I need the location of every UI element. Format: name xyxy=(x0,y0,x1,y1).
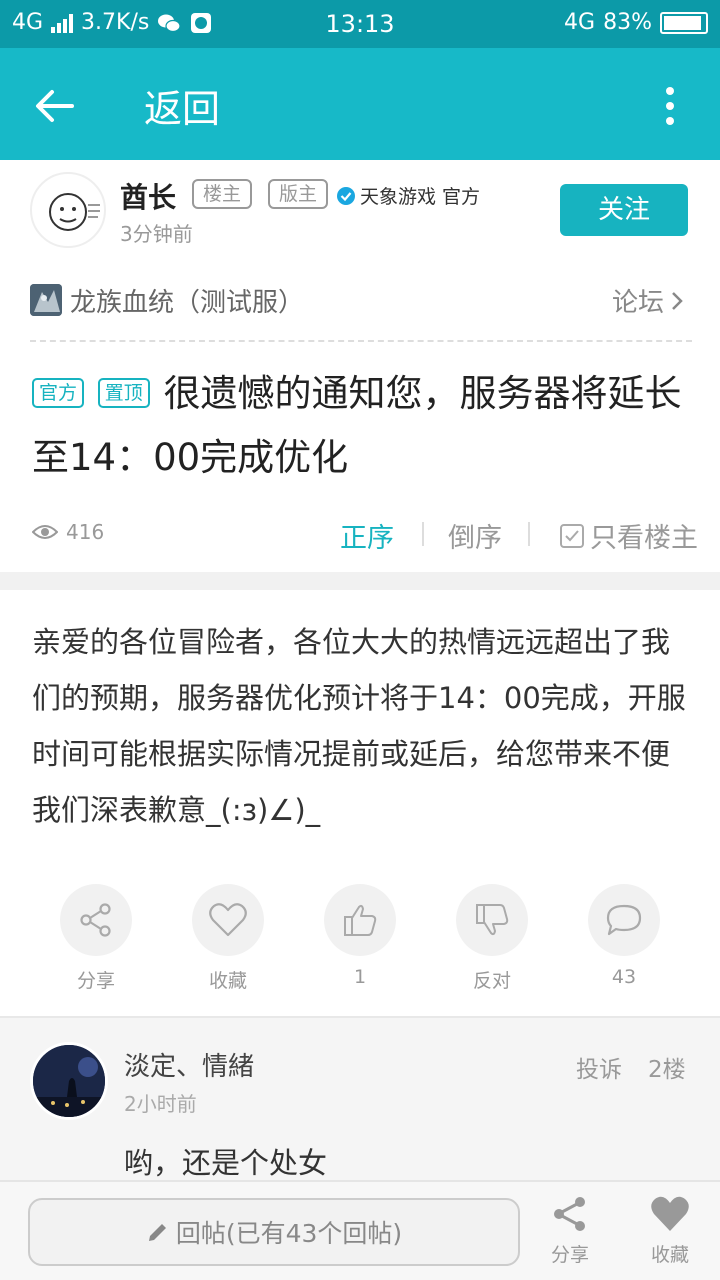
battery-percent: 83% xyxy=(603,10,652,35)
bottom-bar: 回帖(已有43个回帖) 分享 收藏 xyxy=(0,1180,720,1280)
author-row: 酋长 楼主 版主 天象游戏 官方 3分钟前 关注 xyxy=(0,160,720,260)
reply-item: 淡定、情緒 2小时前 投诉 2楼 哟，还是个处女 xyxy=(0,1018,720,1180)
divider xyxy=(528,522,530,546)
thumbs-up-icon xyxy=(344,904,377,936)
bottom-share-button[interactable]: 分享 xyxy=(530,1194,610,1267)
post-actions: 分享 收藏 1 反对 43 xyxy=(0,884,720,992)
nav-bar: 返回 xyxy=(0,48,720,160)
forum-name: 龙族血统（测试服） xyxy=(70,288,305,318)
favorite-label: 收藏 xyxy=(208,970,247,992)
owner-badge: 楼主 xyxy=(192,179,253,209)
checkbox-icon xyxy=(560,523,584,548)
forum-link[interactable]: 论坛 xyxy=(612,282,684,319)
bottom-share-label: 分享 xyxy=(550,1244,589,1266)
share-icon xyxy=(80,903,111,937)
floor-number: 2楼 xyxy=(648,1057,686,1083)
order-asc-tab[interactable]: 正序 xyxy=(340,516,394,555)
bottom-favorite-button[interactable]: 收藏 xyxy=(630,1194,710,1267)
forum-game-icon xyxy=(30,284,62,316)
owner-only-label: 只看楼主 xyxy=(590,523,698,554)
author-name[interactable]: 酋长 xyxy=(120,176,176,216)
reply-text: 哟，还是个处女 xyxy=(124,1146,328,1180)
report-button[interactable]: 投诉 xyxy=(576,1050,622,1084)
reply-author-name[interactable]: 淡定、情緒 xyxy=(124,1046,254,1083)
share-icon xyxy=(554,1197,585,1231)
view-count: 416 xyxy=(32,520,104,544)
verified-text: 天象游戏 官方 xyxy=(360,186,481,208)
back-arrow-icon[interactable] xyxy=(32,84,76,128)
share-label: 分享 xyxy=(76,970,115,992)
post-time: 3分钟前 xyxy=(120,222,193,246)
divider xyxy=(422,522,424,546)
reply-avatar[interactable] xyxy=(30,1042,108,1120)
chevron-right-icon xyxy=(672,291,683,310)
oppose-action[interactable]: 反对 xyxy=(442,884,542,993)
comment-icon xyxy=(606,904,642,936)
post-title: 官方 置顶 很遗憾的通知您，服务器将延长至14：00完成优化 xyxy=(32,362,682,490)
heart-icon xyxy=(209,903,247,937)
comment-count: 43 xyxy=(611,966,637,988)
pencil-icon xyxy=(148,1224,166,1241)
forum-row[interactable]: 龙族血统（测试服） 论坛 xyxy=(30,268,692,342)
owner-only-toggle[interactable]: 只看楼主 xyxy=(560,516,698,555)
eye-icon xyxy=(32,525,58,539)
share-action[interactable]: 分享 xyxy=(46,884,146,993)
reply-input[interactable]: 回帖(已有43个回帖) xyxy=(28,1198,520,1266)
post-stats: 416 正序 倒序 只看楼主 xyxy=(32,508,698,560)
follow-button[interactable]: 关注 xyxy=(560,184,688,236)
verified-check-icon xyxy=(337,186,355,205)
comment-action[interactable]: 43 xyxy=(574,884,674,988)
favorite-action[interactable]: 收藏 xyxy=(178,884,278,993)
thumbs-down-icon xyxy=(476,904,509,936)
author-avatar[interactable] xyxy=(30,172,106,248)
more-vertical-icon[interactable] xyxy=(664,86,676,126)
back-label[interactable]: 返回 xyxy=(144,78,220,133)
status-bar: 4G 3.7K/s 13:13 4G 83% xyxy=(0,0,720,48)
pinned-tag: 置顶 xyxy=(97,378,150,408)
view-count-value: 416 xyxy=(66,520,105,544)
heart-filled-icon xyxy=(651,1196,689,1231)
like-action[interactable]: 1 xyxy=(310,884,410,988)
moderator-badge: 版主 xyxy=(268,179,329,209)
battery-icon xyxy=(660,11,708,34)
post-body: 亲爱的各位冒险者，各位大大的热情远远超出了我们的预期，服务器优化预计将于14：0… xyxy=(32,625,686,827)
network-type-right: 4G xyxy=(564,10,596,35)
reply-input-placeholder: 回帖(已有43个回帖) xyxy=(175,1219,403,1248)
reply-time: 2小时前 xyxy=(124,1092,197,1116)
section-divider xyxy=(0,572,720,590)
like-count: 1 xyxy=(353,966,367,988)
order-desc-tab[interactable]: 倒序 xyxy=(448,516,502,555)
verified-badge: 天象游戏 官方 xyxy=(336,182,480,209)
forum-link-label: 论坛 xyxy=(611,288,664,318)
oppose-label: 反对 xyxy=(472,970,511,992)
bottom-favorite-label: 收藏 xyxy=(650,1244,689,1266)
official-tag: 官方 xyxy=(32,378,85,408)
